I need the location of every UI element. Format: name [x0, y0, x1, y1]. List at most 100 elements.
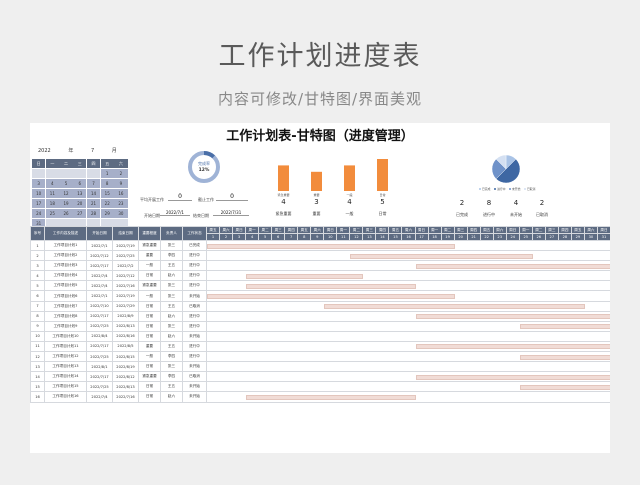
table-row[interactable]: 13 工作项目计划13 2022/8/1 2022/8/19 日常 张三 未开始 [30, 361, 610, 373]
cell-task[interactable]: 工作项目计划9 [44, 320, 87, 332]
calendar-day[interactable]: 20 [73, 198, 87, 209]
cell-no[interactable]: 6 [30, 290, 45, 302]
cell-owner[interactable]: 张三 [160, 239, 183, 252]
calendar-day[interactable]: 18 [45, 198, 59, 209]
cell-level[interactable]: 日常 [138, 270, 161, 282]
cell-end[interactable]: 2022/8/9 [112, 310, 139, 322]
calendar-day[interactable]: 23 [114, 198, 128, 209]
table-row[interactable]: 1 工作项目计划1 2022/7/1 2022/7/19 紧急重要 张三 已完成 [30, 239, 610, 252]
cell-start[interactable]: 2022/7/12 [86, 250, 113, 262]
cell-level[interactable]: 紧急重要 [138, 280, 161, 292]
calendar-day[interactable]: 27 [73, 208, 87, 219]
cell-no[interactable]: 13 [30, 361, 45, 373]
cell-no[interactable]: 8 [30, 310, 45, 322]
table-row[interactable]: 14 工作项目计划14 2022/7/17 2022/8/12 紧急重要 李四 已取消 [30, 371, 610, 383]
table-row[interactable]: 12 工作项目计划12 2022/7/25 2022/8/15 一般 李四 进行中 [30, 351, 610, 363]
calendar-day[interactable]: 5 [59, 178, 73, 189]
calendar-day[interactable] [86, 168, 101, 179]
cell-status[interactable]: 未开始 [182, 391, 207, 403]
cell-level[interactable]: 日常 [138, 320, 161, 332]
cell-task[interactable]: 工作项目计划6 [44, 290, 87, 302]
column-header[interactable]: 序号 [30, 226, 45, 241]
cell-level[interactable]: 一般 [138, 351, 161, 363]
calendar-year[interactable]: 2022 [38, 148, 51, 154]
cell-end[interactable]: 2022/7/19 [112, 239, 139, 252]
gantt-bar[interactable] [519, 354, 610, 360]
cell-end[interactable]: 2022/7/12 [112, 270, 139, 282]
calendar-day[interactable]: 12 [59, 188, 73, 199]
cell-owner[interactable]: 王五 [160, 260, 183, 272]
cell-status[interactable]: 进行中 [182, 270, 207, 282]
calendar-day[interactable]: 7 [86, 178, 101, 189]
column-header[interactable]: 开始日期 [86, 226, 113, 241]
cell-task[interactable]: 工作项目计划15 [44, 381, 87, 393]
cell-no[interactable]: 7 [30, 300, 45, 312]
cell-status[interactable]: 进行中 [182, 340, 207, 353]
cell-owner[interactable]: 王五 [160, 300, 183, 312]
calendar-day[interactable] [73, 168, 87, 179]
table-row[interactable]: 15 工作项目计划15 2022/7/25 2022/8/13 日常 王五 未开始 [30, 381, 610, 393]
calendar-day[interactable]: 30 [114, 208, 128, 219]
cell-start[interactable]: 2022/7/4 [86, 270, 113, 282]
cell-owner[interactable]: 赵六 [160, 310, 183, 322]
cell-no[interactable]: 15 [30, 381, 45, 393]
table-row[interactable]: 4 工作项目计划4 2022/7/4 2022/7/12 日常 赵六 进行中 [30, 270, 610, 282]
cell-status[interactable]: 进行中 [182, 250, 207, 262]
calendar-day[interactable]: 11 [45, 188, 59, 199]
cell-task[interactable]: 工作项目计划12 [44, 351, 87, 363]
cell-status[interactable]: 未开始 [182, 330, 207, 342]
gantt-bar[interactable] [324, 304, 585, 310]
calendar-day[interactable]: 22 [100, 198, 114, 209]
calendar-day[interactable] [59, 168, 73, 179]
calendar-day[interactable]: 28 [86, 208, 101, 219]
cell-task[interactable]: 工作项目计划14 [44, 371, 87, 383]
cell-no[interactable]: 4 [30, 270, 45, 282]
cell-status[interactable]: 已取消 [182, 371, 207, 383]
calendar-day[interactable]: 10 [32, 188, 46, 199]
column-header[interactable]: 工作状态 [182, 226, 207, 241]
column-header[interactable]: 负责人 [160, 226, 183, 241]
cell-level[interactable]: 紧急重要 [138, 239, 161, 252]
gantt-bar[interactable] [207, 243, 455, 249]
cell-task[interactable]: 工作项目计划2 [44, 250, 87, 262]
calendar-day[interactable]: 15 [100, 188, 114, 199]
cell-owner[interactable]: 王五 [160, 381, 183, 393]
cell-end[interactable]: 2022/8/5 [112, 340, 139, 353]
calendar-day[interactable]: 3 [32, 178, 46, 189]
cell-start[interactable]: 2022/7/1 [86, 290, 113, 302]
gantt-bar[interactable] [519, 384, 610, 390]
cell-level[interactable]: 日常 [138, 330, 161, 342]
calendar-day[interactable]: 6 [73, 178, 87, 189]
start-date-value[interactable]: 2022/7/1 [160, 210, 190, 216]
cell-no[interactable]: 3 [30, 260, 45, 272]
cell-end[interactable]: 2022/8/13 [112, 381, 139, 393]
calendar-day[interactable]: 24 [32, 208, 46, 219]
cell-status[interactable]: 已完成 [182, 239, 207, 252]
gantt-bar[interactable] [415, 344, 610, 350]
cell-task[interactable]: 工作项目计划8 [44, 310, 87, 322]
table-row[interactable]: 16 工作项目计划16 2022/7/4 2022/7/16 日常 赵六 未开始 [30, 391, 610, 403]
cell-start[interactable]: 2022/7/17 [86, 310, 113, 322]
calendar-day[interactable]: 13 [73, 188, 87, 199]
cell-owner[interactable]: 张三 [160, 361, 183, 373]
cell-start[interactable]: 2022/7/1 [86, 239, 113, 252]
table-row[interactable]: 5 工作项目计划5 2022/7/4 2022/7/16 紧急重要 张三 进行中 [30, 280, 610, 292]
table-row[interactable]: 7 工作项目计划7 2022/7/10 2022/7/29 日常 王五 已取消 [30, 300, 610, 312]
cell-level[interactable]: 重要 [138, 340, 161, 353]
cell-end[interactable]: 2022/7/29 [112, 300, 139, 312]
plan-days-value[interactable]: 0 [168, 193, 192, 201]
cell-task[interactable]: 工作项目计划3 [44, 260, 87, 272]
cell-owner[interactable]: 赵六 [160, 330, 183, 342]
gantt-bar[interactable] [415, 263, 610, 269]
cell-level[interactable]: 日常 [138, 391, 161, 403]
gantt-bar[interactable] [415, 374, 610, 380]
cell-end[interactable]: 2022/7/2 [112, 260, 139, 272]
cell-status[interactable]: 已取消 [182, 300, 207, 312]
calendar-day[interactable] [45, 168, 59, 179]
cell-level[interactable]: 一般 [138, 290, 161, 302]
cell-no[interactable]: 5 [30, 280, 45, 292]
cell-owner[interactable]: 赵六 [160, 391, 183, 403]
gantt-bar[interactable] [350, 253, 533, 259]
cell-level[interactable]: 日常 [138, 361, 161, 373]
column-header[interactable]: 工作内容及描述 [44, 226, 87, 241]
